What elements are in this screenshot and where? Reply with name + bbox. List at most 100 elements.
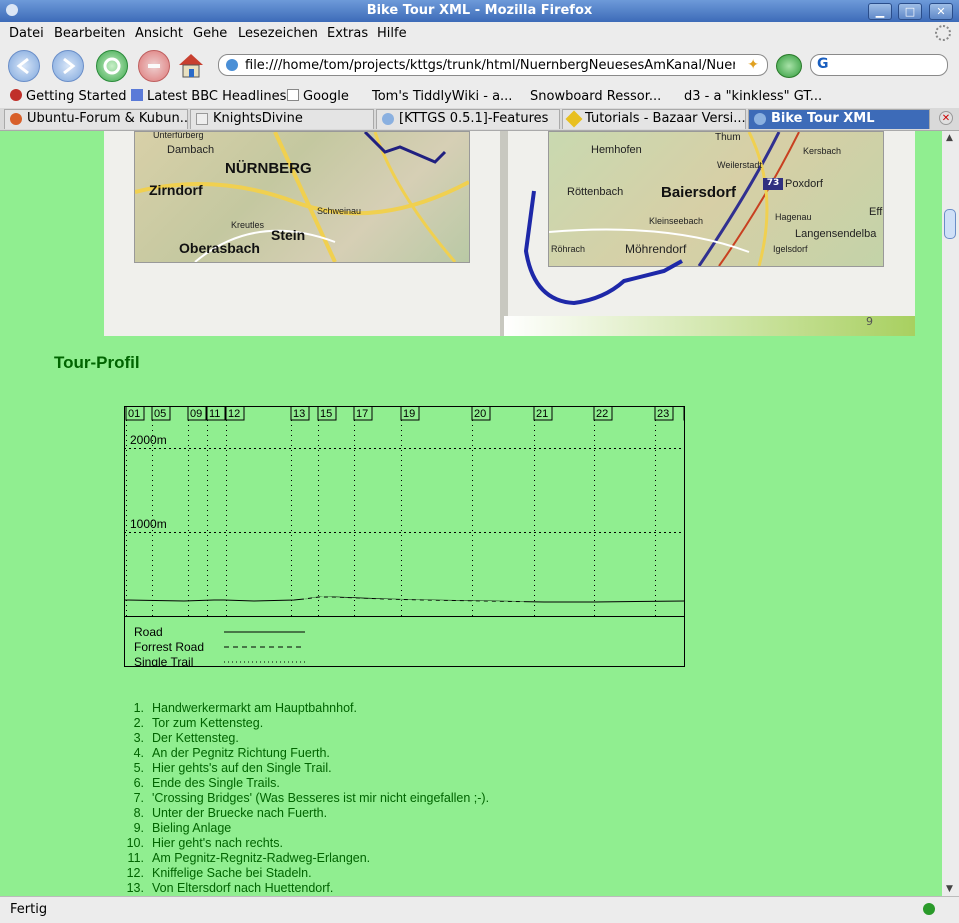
bookmark-snowboard[interactable]: Snowboard Ressor...	[530, 89, 661, 104]
navigation-toolbar: file:///home/tom/projects/kttgs/trunk/ht…	[0, 44, 959, 86]
bookmark-bbc-headlines[interactable]: Latest BBC Headlines	[131, 89, 286, 104]
go-button[interactable]	[776, 54, 802, 78]
forward-button[interactable]	[52, 50, 84, 82]
waypoint-number: 10.	[126, 836, 144, 850]
tab-bike-tour-xml[interactable]: Bike Tour XML	[748, 109, 930, 129]
map-page-gutter	[500, 131, 508, 336]
scroll-down-icon[interactable]: ▼	[946, 884, 953, 894]
stop-button[interactable]	[138, 50, 170, 82]
tab-ubuntu-forum[interactable]: Ubuntu-Forum & Kubun...	[4, 109, 188, 129]
waypoint-item: 11. Am Pegnitz-Regnitz-Radweg-Erlangen.	[118, 851, 489, 866]
marker-label-11: 11	[209, 408, 220, 420]
tour-profile-chart: 0105091112131517192021222326 2000m 1000m…	[124, 406, 685, 667]
waypoint-number: 6.	[133, 776, 144, 790]
maximize-button[interactable]: □	[898, 3, 922, 20]
back-arrow-icon	[16, 57, 29, 75]
tab-label: [KTTGS 0.5.1]-Features	[399, 111, 549, 126]
tab-label: Tutorials - Bazaar Versi...	[585, 111, 746, 126]
legend-single-trail-label: Single Trail	[134, 655, 193, 667]
marker-label-23: 23	[657, 408, 669, 420]
waypoint-list: 1. Handwerkermarkt am Hauptbahnhof. 2. Tor …	[118, 701, 489, 896]
elevation-line	[124, 596, 685, 603]
menu-extras[interactable]: Extras	[327, 26, 368, 41]
waypoint-number: 9.	[133, 821, 144, 835]
back-button[interactable]	[8, 50, 40, 82]
waypoint-number: 2.	[133, 716, 144, 730]
close-window-button[interactable]: ✕	[929, 3, 953, 20]
menu-bearbeiten[interactable]: Bearbeiten	[54, 26, 125, 41]
marker-label-17: 17	[356, 408, 368, 420]
tab-bar: Ubuntu-Forum & Kubun... KnightsDivine [K…	[0, 108, 959, 131]
status-ok-icon	[923, 903, 935, 915]
y-label-2000m: 2000m	[130, 433, 167, 447]
marker-label-22: 22	[596, 408, 608, 420]
url-bar[interactable]: file:///home/tom/projects/kttgs/trunk/ht…	[218, 54, 768, 76]
waypoint-number: 4.	[133, 746, 144, 760]
y-label-1000m: 1000m	[130, 517, 167, 531]
menu-hilfe[interactable]: Hilfe	[377, 26, 407, 41]
reload-icon	[103, 57, 121, 75]
bookmarks-toolbar: Getting Started Latest BBC Headlines Goo…	[0, 86, 959, 108]
scanned-map: NÜRNBERG Zirndorf Oberasbach Stein Damba…	[104, 131, 915, 336]
reload-button[interactable]	[96, 50, 128, 82]
tab-knightsdivine[interactable]: KnightsDivine	[190, 109, 374, 129]
waypoint-item: 10. Hier geht's nach rechts.	[118, 836, 489, 851]
waypoint-number: 3.	[133, 731, 144, 745]
page-heading: Tour-Profil	[54, 353, 140, 372]
page-content: NÜRNBERG Zirndorf Oberasbach Stein Damba…	[0, 131, 942, 896]
waypoint-text: Kniffelige Sache bei Stadeln.	[152, 866, 312, 880]
waypoint-text: Unter der Bruecke nach Fuerth.	[152, 806, 328, 820]
google-search-icon[interactable]: G	[817, 56, 829, 72]
home-icon	[179, 54, 203, 78]
vertical-scrollbar[interactable]: ▲ ▼	[942, 131, 959, 896]
waypoint-text: Hier gehts's auf den Single Trail.	[152, 761, 332, 775]
waypoint-item: 4. An der Pegnitz Richtung Fuerth.	[118, 746, 489, 761]
menu-bar: Datei Bearbeiten Ansicht Gehe Lesezeiche…	[0, 22, 959, 44]
tab-kttgs-features[interactable]: [KTTGS 0.5.1]-Features	[376, 109, 560, 129]
menu-datei[interactable]: Datei	[9, 26, 44, 41]
bookmark-label: Google	[303, 89, 349, 104]
marker-label-20: 20	[474, 408, 486, 420]
menu-ansicht[interactable]: Ansicht	[135, 26, 183, 41]
firefox-bookmark-icon	[10, 89, 22, 101]
marker-label-15: 15	[320, 408, 332, 420]
waypoint-number: 11.	[127, 851, 144, 865]
scroll-up-icon[interactable]: ▲	[946, 133, 953, 143]
waypoint-text: Hier geht's nach rechts.	[152, 836, 283, 850]
bookmark-tiddlywiki[interactable]: Tom's TiddlyWiki - a...	[372, 89, 512, 104]
tab-bazaar-tutorials[interactable]: Tutorials - Bazaar Versi...	[562, 109, 746, 129]
bookmark-getting-started[interactable]: Getting Started	[10, 89, 127, 104]
close-tab-button[interactable]: ✕	[939, 111, 953, 125]
tab-label: Ubuntu-Forum & Kubun...	[27, 111, 188, 126]
waypoint-item: 3. Der Kettensteg.	[118, 731, 489, 746]
waypoint-number: 13.	[126, 881, 144, 895]
scroll-thumb[interactable]	[944, 209, 956, 239]
marker-label-21: 21	[536, 408, 548, 420]
marker-label-19: 19	[403, 408, 415, 420]
url-text[interactable]: file:///home/tom/projects/kttgs/trunk/ht…	[245, 58, 735, 73]
map-page-number: 9	[866, 315, 873, 328]
bookmark-google[interactable]: Google	[287, 89, 349, 104]
bookmark-d3[interactable]: d3 - a "kinkless" GT...	[684, 89, 822, 104]
waypoint-text: 'Crossing Bridges' (Was Besseres ist mir…	[152, 791, 490, 805]
bookmark-label: Getting Started	[26, 89, 127, 104]
search-box[interactable]: G	[810, 54, 948, 76]
window-title: Bike Tour XML - Mozilla Firefox	[366, 3, 593, 18]
bookmark-star-icon[interactable]: ✦	[747, 57, 759, 73]
menu-gehe[interactable]: Gehe	[193, 26, 227, 41]
waypoint-number: 5.	[133, 761, 144, 775]
marker-label-13: 13	[293, 408, 305, 420]
throbber-icon	[935, 25, 951, 41]
waypoint-number: 12.	[126, 866, 144, 880]
status-bar: Fertig	[0, 896, 959, 923]
waypoint-item: 9. Bieling Anlage	[118, 821, 489, 836]
waypoint-item: 1. Handwerkermarkt am Hauptbahnhof.	[118, 701, 489, 716]
status-text: Fertig	[10, 902, 48, 917]
minimize-button[interactable]: ▁	[868, 3, 892, 20]
menu-lesezeichen[interactable]: Lesezeichen	[238, 26, 318, 41]
waypoint-item: 6. Ende des Single Trails.	[118, 776, 489, 791]
window-titlebar: Bike Tour XML - Mozilla Firefox ▁ □ ✕	[0, 0, 959, 22]
home-button[interactable]	[176, 50, 206, 80]
page-icon	[226, 59, 238, 71]
waypoint-text: An der Pegnitz Richtung Fuerth.	[152, 746, 330, 760]
